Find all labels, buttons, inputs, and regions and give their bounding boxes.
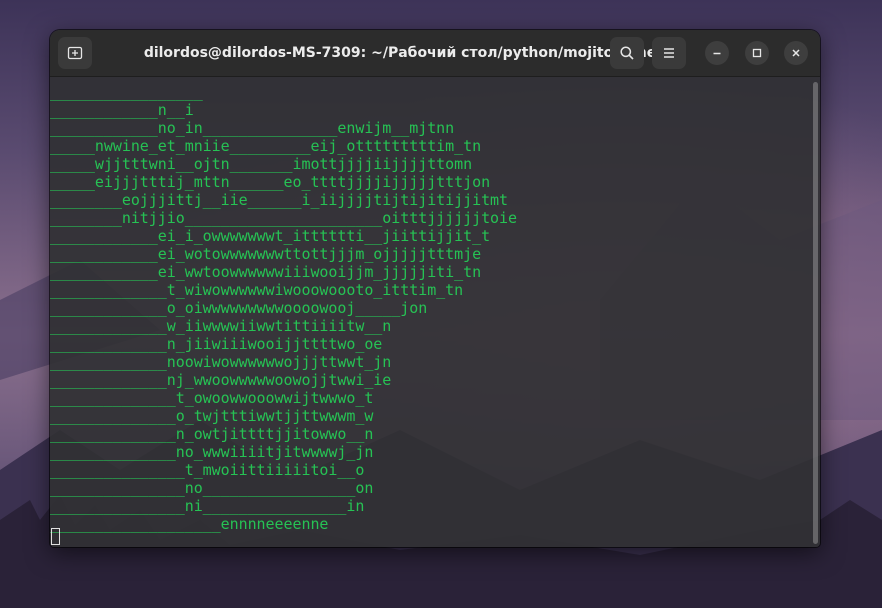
titlebar: dilordos@dilordos-MS-7309: ~/Рабочий сто… bbox=[50, 30, 820, 77]
new-tab-button[interactable] bbox=[58, 37, 92, 69]
minimize-icon bbox=[713, 52, 721, 55]
close-button[interactable] bbox=[784, 41, 808, 65]
new-tab-icon bbox=[67, 46, 83, 60]
terminal-line: ____________n__i bbox=[50, 101, 194, 119]
terminal-line: _____________o_oiwwwwwwwwwoooowooj_____j… bbox=[50, 299, 428, 317]
terminal-cursor bbox=[51, 528, 60, 545]
terminal-line: _____________w_iiwwwwiiwwtittiiiitw__n bbox=[50, 317, 392, 335]
search-icon bbox=[620, 46, 634, 60]
terminal-output-area[interactable]: _________________ ____________n__i _______… bbox=[50, 77, 820, 547]
terminal-line: ___________________ennnneeeenne bbox=[50, 515, 329, 533]
terminal-line: _____eijjjtttij_mttn______eo_ttttjjjjijj… bbox=[50, 173, 491, 191]
terminal-line: ________eojjjittj__iie______i_iijjjjtijt… bbox=[50, 191, 509, 209]
terminal-line: ______________o_twjtttiwwtjjttwwwm_w bbox=[50, 407, 374, 425]
close-icon bbox=[792, 49, 800, 57]
terminal-line: ____________no_in_______________enwijm__… bbox=[50, 119, 455, 137]
desktop-wallpaper: dilordos@dilordos-MS-7309: ~/Рабочий сто… bbox=[0, 0, 882, 608]
maximize-icon bbox=[752, 48, 762, 58]
search-button[interactable] bbox=[610, 37, 644, 69]
terminal-line: _____wjjtttwni__ojtn_______imottjjjjiijj… bbox=[50, 155, 473, 173]
menu-button[interactable] bbox=[652, 37, 686, 69]
terminal-line: _______________ni________________in bbox=[50, 497, 365, 515]
terminal-line: _____nwwine_et_mniie_________eij_otttttt… bbox=[50, 137, 482, 155]
terminal-line: ______________n_owtjittttjjitowwo__n bbox=[50, 425, 374, 443]
terminal-window: dilordos@dilordos-MS-7309: ~/Рабочий сто… bbox=[50, 30, 820, 547]
terminal-line: _____________noowiwowwwwwwojjjttwwt_jn bbox=[50, 353, 392, 371]
terminal-line: _____________t_wiwowwwwwwiwooowoooto_itt… bbox=[50, 281, 464, 299]
terminal-text: _________________ ____________n__i _______… bbox=[50, 83, 517, 533]
terminal-line: ____________ei_wwtoowwwwwwiiiwooijjm_jjj… bbox=[50, 263, 482, 281]
terminal-line: _______________t_mwoiittiiiiitoi__o bbox=[50, 461, 365, 479]
terminal-line: ______________t_owoowwooowwijtwwwo_t bbox=[50, 389, 374, 407]
hamburger-menu-icon bbox=[664, 48, 674, 58]
terminal-line: ________nitjjio______________________oit… bbox=[50, 209, 518, 227]
terminal-line: _____________nj_wwoowwwwwoowojjtwwi_ie bbox=[50, 371, 392, 389]
minimize-button[interactable] bbox=[705, 41, 729, 65]
terminal-line: ____________ei_wotowwwwwwwttottjjjm_ojjj… bbox=[50, 245, 482, 263]
terminal-line: _____________n_jiiwiiiwooijjttttwo_oe bbox=[50, 335, 383, 353]
terminal-line: _________________ bbox=[50, 83, 203, 101]
terminal-line: ____________ei_i_owwwwwwwt_itttttti__jii… bbox=[50, 227, 491, 245]
scrollbar[interactable] bbox=[813, 82, 818, 544]
terminal-line: ______________no_wwwiiiitjitwwwwj_jn bbox=[50, 443, 374, 461]
window-title: dilordos@dilordos-MS-7309: ~/Рабочий сто… bbox=[143, 45, 657, 61]
maximize-button[interactable] bbox=[745, 41, 769, 65]
terminal-line: _______________no_________________on bbox=[50, 479, 374, 497]
